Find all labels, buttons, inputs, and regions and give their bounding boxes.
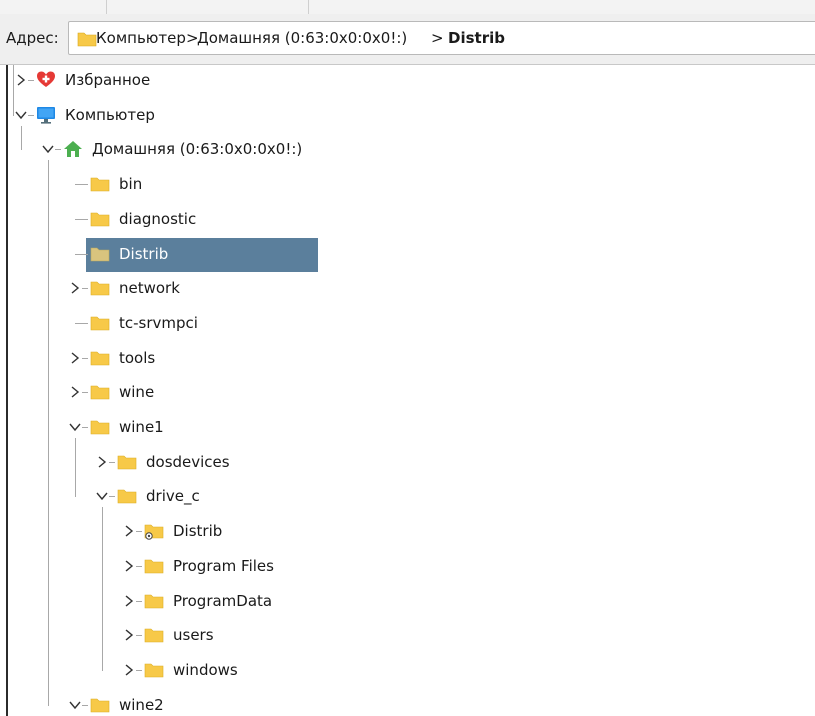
folder-icon [144,591,164,611]
tree-item-bin[interactable]: bin [8,168,815,202]
tree-item-label: tc-srvmpci [119,313,198,332]
tree-item-diagnostic[interactable]: diagnostic [8,203,815,237]
chevron-right-icon[interactable] [14,72,28,88]
folder-icon [90,417,110,437]
chevron-right-icon[interactable] [122,592,136,609]
tree-item-windows[interactable]: windows [8,654,815,688]
tree-item-label: diagnostic [119,209,197,228]
tree-connector [75,218,88,220]
tree-item-users[interactable]: users [8,619,815,653]
folder-icon [144,556,164,576]
tree-item-label: bin [119,175,143,194]
tree-item-label: Distrib [173,522,223,541]
tree-item-label: users [173,626,214,645]
tree-item-домашняя-0-63-0x0-0x0[interactable]: Домашняя (0:63:0x0:0x0!:) [8,133,815,167]
breadcrumb-computer[interactable]: Компьютер [96,29,186,47]
tree-item-label: network [119,279,180,298]
tree-item-wine2[interactable]: wine2 [8,689,815,716]
tree-item-label: windows [173,660,238,679]
tree-item-label: Избранное [65,71,151,89]
tree-item-label: Домашняя (0:63:0x0:0x0!:) [92,140,303,159]
toolbar-divider [308,0,309,14]
folder-icon [77,32,97,47]
folder-link-icon [144,521,164,541]
tree-item-label: wine1 [119,418,164,436]
computer-monitor-icon [36,105,56,125]
folder-icon [90,174,110,194]
tree-connector [75,322,88,324]
tree-item-label: drive_c [146,487,200,506]
tree-item-label: Program Files [173,556,274,575]
folder-icon [90,209,110,229]
tree-item-drive-c[interactable]: drive_c [8,480,815,514]
folder-icon [117,486,137,506]
chevron-down-icon[interactable] [68,696,82,713]
chevron-right-icon[interactable] [122,627,136,644]
tree-item-избранное[interactable]: Избранное [8,65,815,98]
tree-item-distrib[interactable]: Distrib [8,237,815,272]
tree-item-label: wine [119,383,155,402]
tree-item-wine[interactable]: wine [8,376,815,410]
top-toolbar-strip [0,0,815,15]
chevron-right-icon[interactable] [68,384,82,401]
toolbar-divider [106,0,107,14]
address-field[interactable]: Компьютер > Домашняя (0:63:0x0:0x0!:) > … [68,21,815,55]
address-bar: Адрес: Компьютер > Домашняя (0:63:0x0:0x… [0,14,815,65]
chevron-right-icon[interactable] [122,557,136,574]
folder-icon [90,348,110,368]
chevron-right-icon[interactable] [122,523,136,540]
tree-connector [75,184,88,186]
breadcrumb-distrib[interactable]: Distrib [448,29,505,47]
folder-tree[interactable]: Избранное Компьютер Домашняя (0:63:0x0:0x0… [6,65,815,716]
chevron-right-icon[interactable] [68,280,82,297]
tree-item-label: Компьютер [65,105,155,124]
folder-icon [90,695,110,715]
chevron-down-icon[interactable] [41,141,55,158]
folder-icon [90,382,110,402]
tree-item-dosdevices[interactable]: dosdevices [8,446,815,480]
home-icon [63,139,83,159]
folder-icon [117,452,137,472]
tree-item-tools[interactable]: tools [8,342,815,376]
favorites-heart-icon [36,70,56,90]
tree-item-label: dosdevices [146,452,230,471]
folder-icon [144,660,164,680]
chevron-right-icon[interactable] [95,453,109,470]
tree-item-program-files[interactable]: Program Files [8,550,815,584]
folder-icon [90,244,110,264]
tree-item-distrib[interactable]: Distrib [8,515,815,549]
chevron-down-icon[interactable] [14,106,28,123]
chevron-down-icon[interactable] [68,419,82,435]
chevron-right-icon[interactable] [68,349,82,366]
tree-item-wine1[interactable]: wine1 [8,411,815,445]
folder-icon [90,278,110,298]
tree-item-tc-srvmpci[interactable]: tc-srvmpci [8,307,815,341]
folder-icon [144,625,164,645]
tree-item-programdata[interactable]: ProgramData [8,585,815,619]
address-label: Адрес: [6,29,59,47]
chevron-right-icon[interactable] [122,661,136,678]
breadcrumb-home[interactable]: Домашняя (0:63:0x0:0x0!:) [197,29,407,47]
tree-item-label: ProgramData [173,591,273,610]
folder-icon [90,313,110,333]
chevron-down-icon[interactable] [95,488,109,505]
tree-item-network[interactable]: network [8,272,815,306]
tree-item-label: tools [119,348,156,367]
tree-connector [75,253,88,255]
tree-item-label: wine2 [119,695,164,714]
tree-item-label: Distrib [119,244,169,263]
breadcrumb-separator[interactable]: > [431,29,444,47]
tree-item-компьютер[interactable]: Компьютер [8,99,815,133]
